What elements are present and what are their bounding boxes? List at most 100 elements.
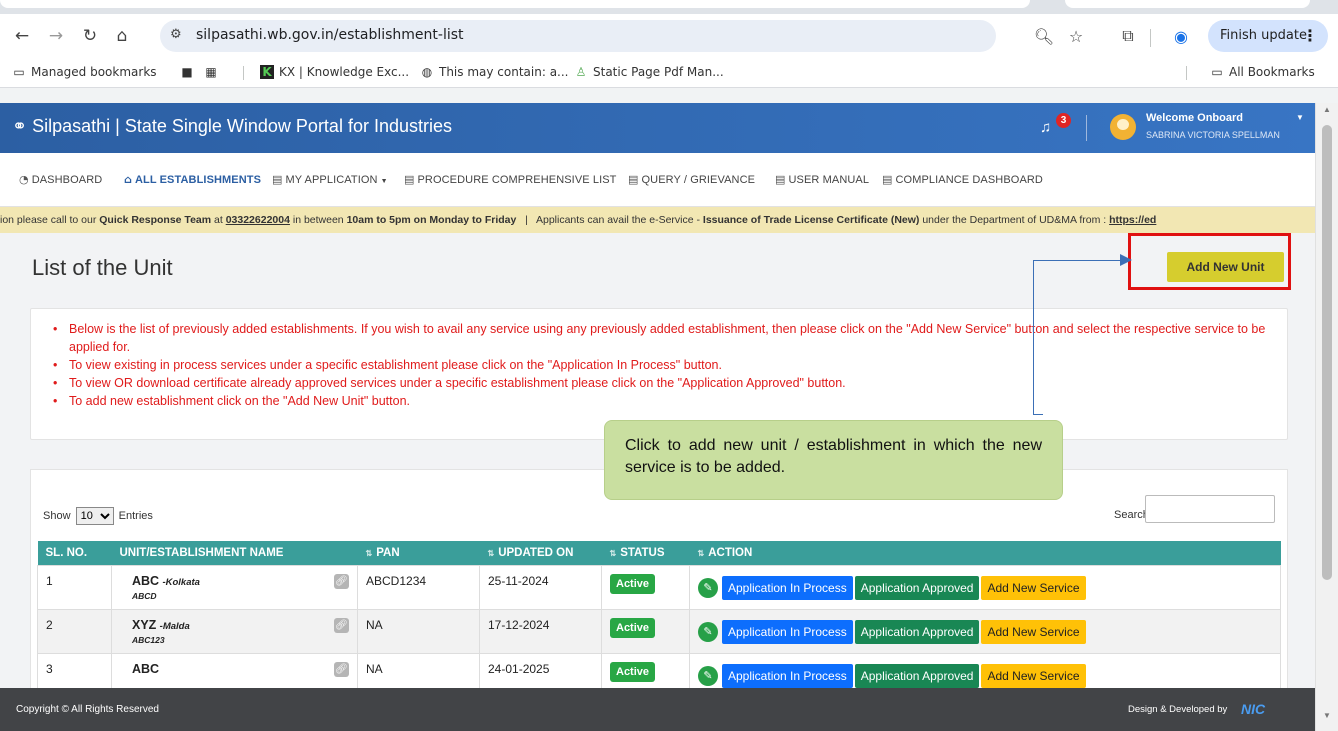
col-status[interactable]: ⇅ STATUS xyxy=(601,541,690,565)
building-icon: ⌂ xyxy=(124,173,132,186)
kx-favicon: K xyxy=(260,65,274,79)
link-icon[interactable]: 🔗︎ xyxy=(334,573,349,589)
all-bookmarks[interactable]: ▭ All Bookmarks xyxy=(1210,65,1315,79)
forward-icon[interactable]: → xyxy=(44,24,68,48)
menu-label: COMPLIANCE DASHBOARD xyxy=(895,174,1043,186)
unit-name: ABC xyxy=(132,661,160,676)
kebab-menu-icon[interactable]: ⋮ xyxy=(1302,26,1318,45)
edit-icon[interactable]: ✎ xyxy=(698,577,718,598)
col-sl-no[interactable]: SL. NO. xyxy=(37,541,112,565)
active-tab[interactable] xyxy=(0,0,1030,8)
application-approved-button[interactable]: Application Approved xyxy=(854,663,980,688)
avatar[interactable] xyxy=(1110,114,1136,140)
extensions-icon[interactable]: ⧉ xyxy=(1116,24,1140,48)
unit-code: ABCD xyxy=(132,590,157,601)
ticker-link[interactable]: https://ed xyxy=(1109,214,1156,226)
header-divider xyxy=(1086,115,1087,141)
add-new-service-button[interactable]: Add New Service xyxy=(981,663,1086,688)
cell-pan: ABCD1234 xyxy=(357,564,480,610)
square-favicon: ■ xyxy=(181,65,193,79)
application-in-process-button[interactable]: Application In Process xyxy=(722,619,853,644)
ticker-text: ion please call to our xyxy=(0,214,100,226)
column-label: STATUS xyxy=(620,546,665,559)
browser-tab-strip xyxy=(0,0,1338,14)
cell-sl: 2 xyxy=(37,608,112,654)
menu-procedure-list[interactable]: ▤ PROCEDURE COMPREHENSIVE LIST xyxy=(404,173,617,186)
home-icon[interactable]: ⌂ xyxy=(110,24,134,48)
bookmark-divider xyxy=(243,66,244,80)
notification-badge[interactable]: 3 xyxy=(1056,113,1071,128)
all-bookmarks-label: All Bookmarks xyxy=(1229,65,1315,79)
application-in-process-button[interactable]: Application In Process xyxy=(722,575,853,600)
menu-query-grievance[interactable]: ▤ QUERY / GRIEVANCE xyxy=(628,173,755,186)
dashboard-icon: ◔ xyxy=(19,173,29,186)
application-approved-button[interactable]: Application Approved xyxy=(854,575,980,600)
bookmark-managed[interactable]: ▭ Managed bookmarks xyxy=(12,65,156,79)
column-label: PAN xyxy=(376,546,400,559)
scrollbar-thumb[interactable] xyxy=(1322,125,1332,580)
user-name[interactable]: SABRINA VICTORIA SPELLMAN xyxy=(1146,130,1280,140)
menu-user-manual[interactable]: ▤ USER MANUAL xyxy=(775,173,869,186)
col-pan[interactable]: ⇅ PAN xyxy=(357,541,480,565)
browser-tab[interactable] xyxy=(1065,0,1310,8)
callout-connector xyxy=(1033,414,1043,415)
cell-sl: 1 xyxy=(37,564,112,610)
ticker-qrt: Quick Response Team xyxy=(99,214,212,226)
finish-update-button[interactable]: Finish update ⋮ xyxy=(1208,20,1328,52)
edit-icon[interactable]: ✎ xyxy=(698,621,718,642)
cell-status: Active xyxy=(601,608,690,654)
page-scrollbar[interactable]: ▲ ▼ xyxy=(1315,103,1338,731)
callout-arrow-icon xyxy=(1120,254,1132,266)
search-input[interactable] xyxy=(1145,495,1275,523)
menu-dashboard[interactable]: ◔ DASHBOARD xyxy=(19,173,102,186)
add-new-service-button[interactable]: Add New Service xyxy=(981,619,1086,644)
col-unit-name[interactable]: UNIT/ESTABLISHMENT NAME xyxy=(111,541,358,565)
edit-icon[interactable]: ✎ xyxy=(698,665,718,686)
add-new-unit-button[interactable]: Add New Unit xyxy=(1167,252,1284,282)
entries-select[interactable]: 10 xyxy=(75,507,114,525)
bookmark-kx[interactable]: K KX | Knowledge Exc... xyxy=(260,65,409,79)
back-icon[interactable]: ← xyxy=(10,24,34,48)
app-title[interactable]: ⚭ Silpasathi | State Single Window Porta… xyxy=(12,116,452,137)
url-text[interactable]: silpasathi.wb.gov.in/establishment-list xyxy=(196,27,464,43)
chevron-down-icon[interactable]: ▼ xyxy=(1296,113,1304,122)
reload-icon[interactable]: ↻ xyxy=(78,24,102,48)
bookmark-static-page[interactable]: ♙ Static Page Pdf Man... xyxy=(574,65,724,79)
address-bar[interactable]: ⚙ silpasathi.wb.gov.in/establishment-lis… xyxy=(160,20,996,52)
page-title: List of the Unit xyxy=(32,255,173,280)
menu-compliance-dashboard[interactable]: ▤ COMPLIANCE DASHBOARD xyxy=(882,173,1043,186)
instruction-item: To view existing in process services und… xyxy=(43,356,1287,374)
globe-icon: ◍ xyxy=(421,65,433,79)
bookmark-square[interactable]: ■ xyxy=(180,65,199,79)
bell-icon[interactable]: ♫ xyxy=(1040,119,1051,136)
site-settings-icon[interactable]: ⚙ xyxy=(170,27,182,42)
unit-city: -Kolkata xyxy=(162,576,200,588)
profile-icon[interactable]: ◉ xyxy=(1169,24,1193,48)
col-updated-on[interactable]: ⇅ UPDATED ON xyxy=(479,541,602,565)
apps-grid[interactable]: ▦ xyxy=(204,65,223,79)
menu-my-application[interactable]: ▤ MY APPLICATION ▼ xyxy=(272,173,388,186)
ticker-text: in between xyxy=(289,214,347,226)
application-approved-button[interactable]: Application Approved xyxy=(854,619,980,644)
sort-icon: ⇅ xyxy=(697,548,705,558)
cell-pan: NA xyxy=(357,608,480,654)
application-in-process-button[interactable]: Application In Process xyxy=(722,663,853,688)
menu-all-establishments[interactable]: ⌂ ALL ESTABLISHMENTS xyxy=(124,173,261,186)
emblem-favicon: ♙ xyxy=(575,65,587,79)
entries-label: Entries xyxy=(118,510,153,522)
welcome-text[interactable]: Welcome Onboard xyxy=(1146,112,1243,124)
add-new-service-button[interactable]: Add New Service xyxy=(981,575,1086,600)
scroll-down-icon[interactable]: ▼ xyxy=(1323,711,1331,720)
col-action[interactable]: ⇅ ACTION xyxy=(689,541,1281,565)
instruction-item: To view OR download certificate already … xyxy=(43,374,1287,392)
scroll-up-icon[interactable]: ▲ xyxy=(1323,105,1331,114)
link-icon[interactable]: 🔗︎ xyxy=(334,661,349,677)
zoom-icon[interactable]: 🔍︎ xyxy=(1032,24,1056,48)
link-icon[interactable]: 🔗︎ xyxy=(334,617,349,633)
ticker-hours: 10am to 5pm on Monday to Friday xyxy=(346,214,517,226)
bookmark-star-icon[interactable]: ☆ xyxy=(1064,24,1088,48)
bookmark-may-contain[interactable]: ◍ This may contain: a... xyxy=(420,65,569,79)
copyright-text: Copyright © All Rights Reserved xyxy=(16,704,159,715)
unit-name: XYZ xyxy=(132,617,157,632)
list-icon: ▤ xyxy=(404,173,415,186)
